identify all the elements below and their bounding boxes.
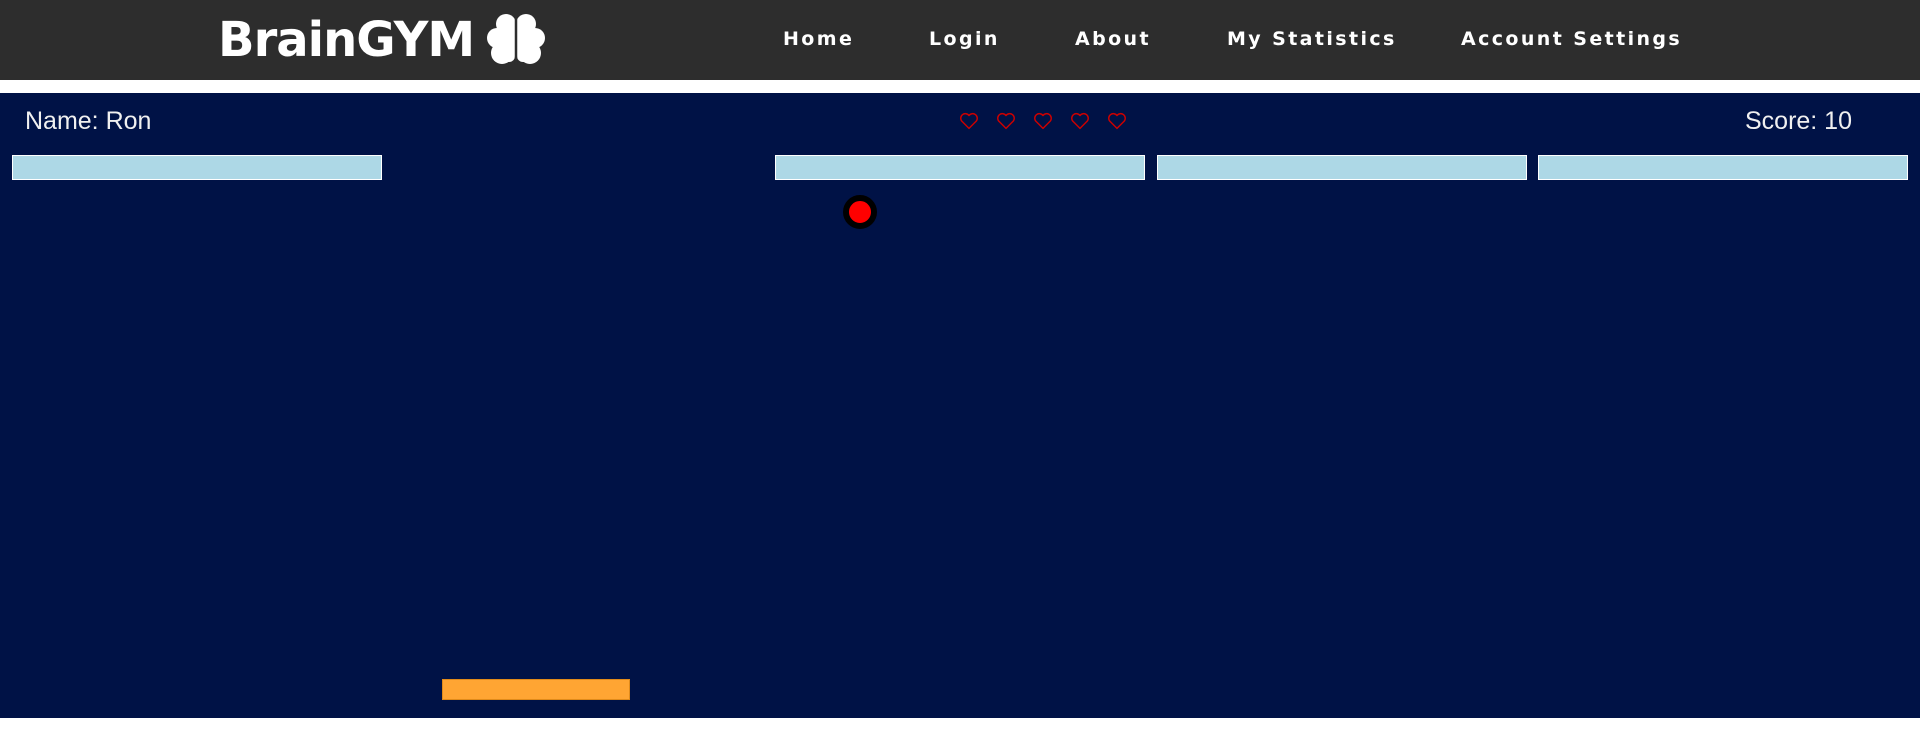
heart-icon — [960, 112, 978, 130]
nav-login[interactable]: Login — [929, 26, 1000, 52]
nav-home[interactable]: Home — [783, 26, 854, 52]
brick — [1157, 155, 1527, 180]
heart-icon — [1108, 112, 1126, 130]
nav-about[interactable]: About — [1075, 26, 1151, 52]
nav-my-statistics[interactable]: My Statistics — [1227, 26, 1397, 52]
brick — [1538, 155, 1908, 180]
nav-account-settings[interactable]: Account Settings — [1461, 26, 1682, 52]
brick — [775, 155, 1145, 180]
heart-icon — [997, 112, 1015, 130]
score-display: Score: 10 — [1744, 107, 1852, 135]
heart-icon — [1071, 112, 1089, 130]
lives-display — [958, 110, 1128, 132]
ball — [843, 195, 877, 229]
brand-logo[interactable]: BrainGYM — [218, 10, 546, 70]
player-name: Name: Ron — [25, 107, 152, 135]
brick — [12, 155, 382, 180]
paddle[interactable] — [442, 679, 630, 700]
game-canvas[interactable]: Name: Ron Score: 10 — [0, 93, 1920, 718]
navbar: BrainGYM Home Login About My Statistics … — [0, 0, 1920, 80]
heart-icon — [1034, 112, 1052, 130]
brain-icon — [487, 14, 546, 65]
brand-name: BrainGYM — [218, 12, 475, 68]
